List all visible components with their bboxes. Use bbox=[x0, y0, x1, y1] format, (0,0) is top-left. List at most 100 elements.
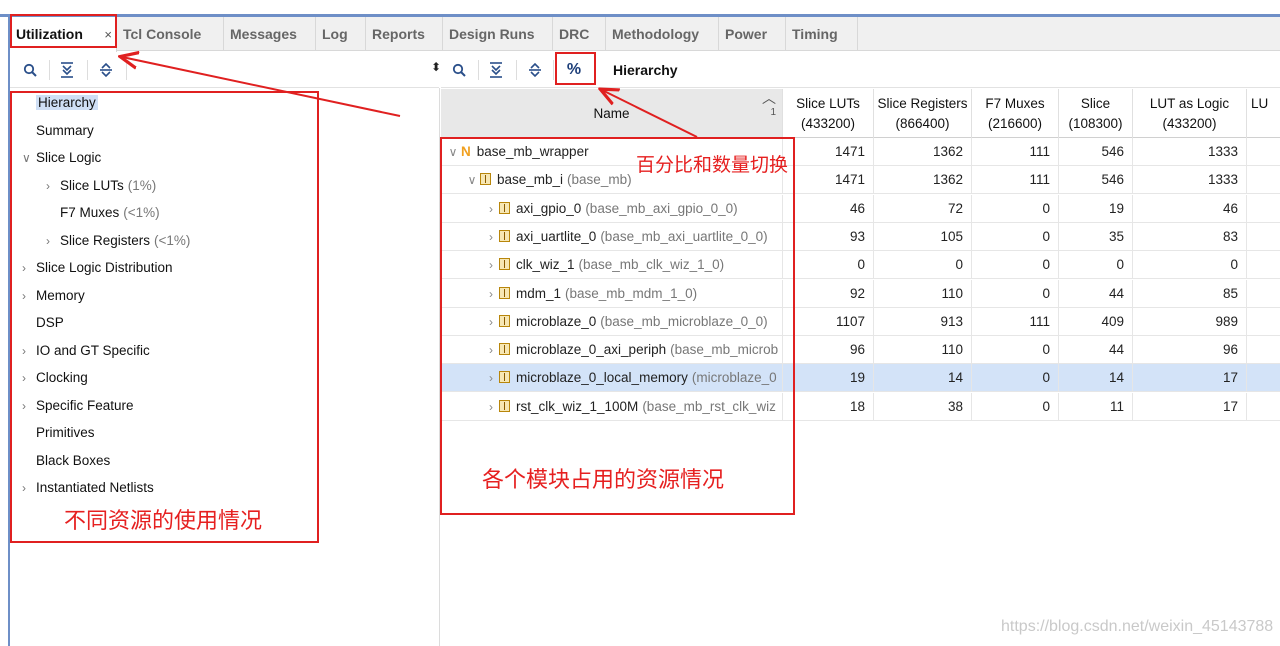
value-cell: 17 bbox=[1133, 392, 1247, 421]
toolbar-separator bbox=[553, 60, 554, 80]
truncated-cell bbox=[1247, 336, 1280, 364]
search-icon[interactable] bbox=[443, 52, 475, 88]
column-header-capacity: (866400) bbox=[895, 115, 950, 131]
value-cell: 409 bbox=[1059, 307, 1133, 336]
truncated-cell bbox=[1247, 195, 1280, 223]
value-cell: 96 bbox=[783, 336, 874, 365]
column-header-name[interactable]: Name ︿ 1 bbox=[441, 89, 783, 138]
value-cell: 35 bbox=[1059, 222, 1133, 251]
tab-label: Timing bbox=[792, 26, 838, 42]
toolbar-separator bbox=[126, 60, 127, 80]
column-header-slice-registers[interactable]: Slice Registers (866400) bbox=[874, 89, 972, 138]
sort-caret-icon: ︿ bbox=[762, 90, 776, 106]
column-header-capacity: (433200) bbox=[1162, 115, 1217, 131]
truncated-cell bbox=[1247, 251, 1280, 279]
value-cell: 83 bbox=[1133, 222, 1247, 251]
truncated-cell bbox=[1247, 138, 1280, 166]
column-header-capacity: (216600) bbox=[987, 115, 1043, 131]
column-header-lu[interactable]: LU bbox=[1247, 89, 1280, 138]
value-cell: 85 bbox=[1133, 279, 1247, 308]
column-header-f7-muxes[interactable]: F7 Muxes (216600) bbox=[972, 89, 1059, 138]
sort-indicator-icon[interactable]: ︿ 1 bbox=[762, 91, 776, 120]
tab-reports[interactable]: Reports bbox=[366, 17, 443, 51]
highlight-box-tree bbox=[10, 91, 319, 543]
value-cell: 38 bbox=[874, 392, 972, 421]
tab-drc[interactable]: DRC bbox=[553, 17, 606, 51]
value-cell: 1471 bbox=[783, 166, 874, 195]
value-cell: 111 bbox=[972, 138, 1059, 166]
tab-bar: Utilization × Tcl Console Messages Log Report… bbox=[10, 17, 1280, 52]
column-header-capacity: (108300) bbox=[1068, 115, 1123, 131]
value-cell: 0 bbox=[972, 194, 1059, 223]
tab-label: Design Runs bbox=[449, 26, 535, 42]
table-header: Name ︿ 1 Slice LUTs (433200) Slice Registers (… bbox=[441, 89, 1280, 138]
value-cell: 92 bbox=[783, 279, 874, 308]
value-cell: 1362 bbox=[874, 166, 972, 195]
value-cell: 18 bbox=[783, 392, 874, 421]
tab-power[interactable]: Power bbox=[719, 17, 786, 51]
column-header-lut-as-logic[interactable]: LUT as Logic (433200) bbox=[1133, 89, 1247, 138]
value-cell: 0 bbox=[874, 251, 972, 280]
expand-all-icon[interactable] bbox=[90, 52, 122, 88]
annotation-resources: 不同资源的使用情况 bbox=[64, 508, 263, 533]
tab-label: Messages bbox=[230, 26, 297, 42]
column-header-label: Name bbox=[593, 105, 630, 121]
value-cell: 0 bbox=[783, 251, 874, 280]
toolbar-separator bbox=[478, 60, 479, 80]
tab-log[interactable]: Log bbox=[316, 17, 366, 51]
value-cell: 44 bbox=[1059, 336, 1133, 365]
column-header-label: LU bbox=[1251, 96, 1269, 111]
value-cell: 913 bbox=[874, 307, 972, 336]
sort-order-number: 1 bbox=[770, 107, 776, 118]
column-header-slice[interactable]: Slice (108300) bbox=[1059, 89, 1133, 138]
value-cell: 46 bbox=[783, 194, 874, 223]
tab-timing[interactable]: Timing bbox=[786, 17, 858, 51]
collapse-all-icon[interactable] bbox=[480, 52, 512, 88]
column-header-slice-luts[interactable]: Slice LUTs (433200) bbox=[783, 89, 874, 138]
value-cell: 19 bbox=[1059, 194, 1133, 223]
tab-label: Methodology bbox=[612, 26, 700, 42]
value-cell: 111 bbox=[972, 307, 1059, 336]
value-cell: 19 bbox=[783, 364, 874, 393]
value-cell: 0 bbox=[972, 222, 1059, 251]
tab-messages[interactable]: Messages bbox=[224, 17, 316, 51]
truncated-cell bbox=[1247, 223, 1280, 251]
splitter-handle-icon[interactable]: ⬍ bbox=[431, 60, 441, 74]
collapse-all-icon[interactable] bbox=[51, 52, 83, 88]
value-cell: 110 bbox=[874, 336, 972, 365]
value-cell: 0 bbox=[1133, 251, 1247, 280]
tab-label: Log bbox=[322, 26, 348, 42]
value-cell: 93 bbox=[783, 222, 874, 251]
truncated-cell bbox=[1247, 166, 1280, 194]
highlight-box-tab bbox=[10, 14, 117, 48]
truncated-cell bbox=[1247, 280, 1280, 308]
value-cell: 1333 bbox=[1133, 138, 1247, 166]
value-cell: 111 bbox=[972, 166, 1059, 195]
tab-label: DRC bbox=[559, 26, 590, 42]
toolbar-separator bbox=[49, 60, 50, 80]
column-header-label: Slice bbox=[1080, 95, 1111, 111]
watermark: https://blog.csdn.net/weixin_45143788 bbox=[1001, 618, 1274, 635]
value-cell: 11 bbox=[1059, 392, 1133, 421]
value-cell: 44 bbox=[1059, 279, 1133, 308]
value-cell: 0 bbox=[972, 364, 1059, 393]
value-cell: 0 bbox=[972, 279, 1059, 308]
search-icon[interactable] bbox=[14, 52, 46, 88]
value-cell: 17 bbox=[1133, 364, 1247, 393]
value-cell: 0 bbox=[972, 251, 1059, 280]
column-header-capacity: (433200) bbox=[800, 115, 856, 131]
value-cell: 1362 bbox=[874, 138, 972, 166]
annotation-modules: 各个模块占用的资源情况 bbox=[482, 467, 725, 492]
tab-design-runs[interactable]: Design Runs bbox=[443, 17, 553, 51]
value-cell: 46 bbox=[1133, 194, 1247, 223]
column-header-label: F7 Muxes bbox=[985, 95, 1045, 111]
truncated-cell bbox=[1247, 308, 1280, 336]
value-cell: 105 bbox=[874, 222, 972, 251]
view-hierarchy-label: Hierarchy bbox=[613, 62, 678, 78]
highlight-box-modules bbox=[440, 137, 795, 515]
tab-tcl-console[interactable]: Tcl Console bbox=[117, 17, 224, 51]
tab-methodology[interactable]: Methodology bbox=[606, 17, 719, 51]
expand-all-icon[interactable] bbox=[519, 52, 551, 88]
value-cell: 0 bbox=[1059, 251, 1133, 280]
tab-label: Reports bbox=[372, 26, 425, 42]
